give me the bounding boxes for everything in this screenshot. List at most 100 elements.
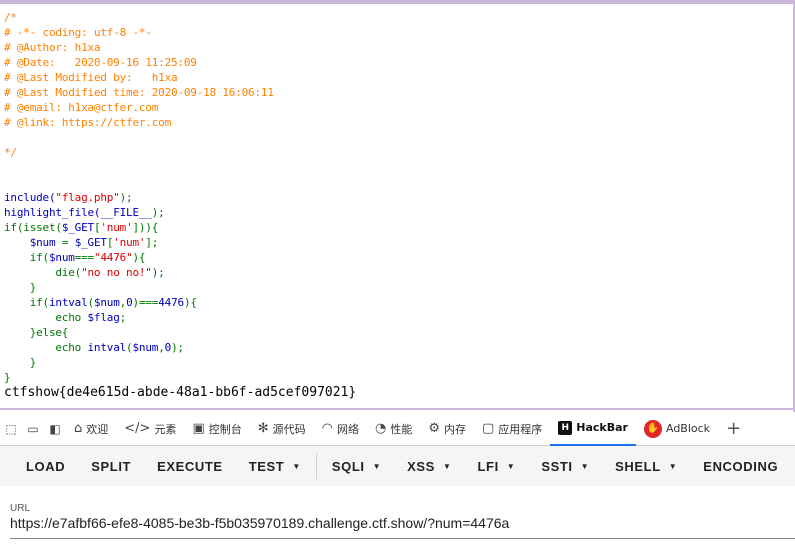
button-label: LFI (477, 458, 499, 474)
code-token: $_GET (61, 221, 94, 234)
sqli-button[interactable]: SQLI ▼ (319, 446, 394, 486)
code-token: 4476 (158, 296, 184, 309)
dock-side-icon[interactable]: ◧ (44, 412, 66, 446)
code-token: echo (4, 341, 88, 354)
code-token: $num (48, 251, 75, 264)
tab-label: AdBlock (665, 422, 711, 435)
toolbar-separator (315, 453, 317, 479)
code-line: if(intval($num,0)===4476){ (4, 295, 274, 310)
code-token: 'num' (100, 221, 133, 234)
bug-icon: ✻ (257, 421, 269, 436)
dropdown-caret-icon: ▼ (292, 461, 301, 471)
comment-line: # @Date: 2020-09-16 11:25:09 (4, 56, 197, 69)
source-code-view: /* # -*- coding: utf-8 -*- # @Author: h1xa… (0, 4, 793, 410)
device-toolbar-icon[interactable]: ▭ (22, 412, 44, 446)
button-label: XSS (407, 458, 435, 474)
code-line: } (4, 355, 274, 370)
tab-adblock[interactable]: ✋ AdBlock (636, 412, 718, 446)
tab-性能[interactable]: ◔ 性能 (367, 412, 420, 446)
tab-hackbar[interactable]: H HackBar (550, 412, 636, 446)
tab-内存[interactable]: ⚙ 内存 (420, 412, 474, 446)
adblock-icon: ✋ (643, 419, 662, 438)
url-section: URL https://e7afbf66-efe8-4085-be3b-f5b0… (0, 486, 795, 547)
tab-label: HackBar (576, 421, 628, 434)
hackbar-icon: H (558, 420, 573, 435)
lfi-button[interactable]: LFI ▼ (464, 446, 528, 486)
code-token: ])){ (132, 221, 159, 234)
code-token: } (4, 281, 37, 294)
code-token: "4476" (93, 251, 133, 264)
tab-欢迎[interactable]: ⌂ 欢迎 (66, 412, 116, 446)
button-label: SPLIT (91, 458, 132, 474)
split-button[interactable]: SPLIT (78, 446, 144, 486)
tab-label: 元素 (154, 422, 177, 436)
tab-label: 性能 (390, 422, 413, 436)
code-token: include( (4, 191, 56, 204)
tab-label: 应用程序 (498, 422, 543, 436)
button-label: SSTI (541, 458, 573, 474)
tab-label: 内存 (443, 422, 466, 436)
add-tab-icon[interactable]: + (718, 418, 749, 439)
code-line: if(isset($_GET['num'])){ (4, 220, 274, 235)
tab-应用程序[interactable]: ▢ 应用程序 (474, 412, 550, 446)
code-token: )=== (132, 296, 159, 309)
comment-line: # @Last Modified by: h1xa (4, 71, 178, 84)
xss-button[interactable]: XSS ▼ (394, 446, 464, 486)
code-token: "no no no!" (81, 266, 152, 279)
code-token: intval (48, 296, 88, 309)
devtools-tab-strip: ⬚ ▭ ◧ ⌂ 欢迎 </> 元素 ▣ 控制台 ✻ 源代码 ◠ 网络 ◔ 性能 ⚙ 内存 ▢ 应用程序 H Hac… (0, 412, 795, 446)
encoding-button[interactable]: ENCODING (690, 446, 791, 486)
code-token: intval (87, 341, 127, 354)
url-label: URL (10, 503, 31, 514)
code-token: if( (4, 251, 49, 264)
code-line: } (4, 280, 274, 295)
execute-button[interactable]: EXECUTE (144, 446, 236, 486)
comment-line: # -*- coding: utf-8 -*- (4, 26, 152, 39)
url-input[interactable]: https://e7afbf66-efe8-4085-be3b-f5b03597… (10, 515, 509, 531)
test-button[interactable]: TEST ▼ (236, 446, 314, 486)
code-line: } (4, 370, 274, 385)
dropdown-caret-icon: ▼ (580, 461, 590, 471)
code-line: echo $flag; (4, 310, 274, 325)
code-token: } (4, 371, 11, 384)
code-token: = (61, 236, 75, 249)
code-token: ){ (183, 296, 197, 309)
code-token: if( (4, 296, 49, 309)
code-token: $num (29, 236, 62, 249)
shell-button[interactable]: SHELL ▼ (602, 446, 690, 486)
code-token: die( (4, 266, 82, 279)
code-brackets-icon: </> (124, 421, 151, 436)
code-token: if(isset( (4, 221, 62, 234)
chip-icon: ⚙ (428, 421, 440, 436)
inspect-element-icon[interactable]: ⬚ (0, 412, 22, 446)
code-token: === (74, 251, 94, 264)
dropdown-caret-icon: ▼ (442, 461, 452, 471)
code-line: die("no no no!"); (4, 265, 274, 280)
dropdown-caret-icon: ▼ (372, 461, 382, 471)
code-token: echo (4, 311, 88, 324)
code-token: "flag.php" (55, 191, 120, 204)
code-line: }else{ (4, 325, 274, 340)
tab-网络[interactable]: ◠ 网络 (314, 412, 367, 446)
code-line: echo intval($num,0); (4, 340, 274, 355)
load-button[interactable]: LOAD (0, 446, 78, 486)
code-token: __FILE__ (100, 206, 152, 219)
tab-控制台[interactable]: ▣ 控制台 (184, 412, 249, 446)
tab-元素[interactable]: </> 元素 (116, 412, 184, 446)
comment-line: # @Author: h1xa (4, 41, 101, 54)
code-token: ); (151, 266, 165, 279)
code-token: } (4, 356, 37, 369)
code-token: ; (119, 311, 127, 324)
ssti-button[interactable]: SSTI ▼ (528, 446, 602, 486)
code-token: $flag (87, 311, 120, 324)
tab-源代码[interactable]: ✻ 源代码 (250, 412, 314, 446)
comment-line: # @Last Modified time: 2020-09-18 16:06:… (4, 86, 274, 99)
button-label: SHELL (615, 458, 661, 474)
code-token: 'num' (113, 236, 146, 249)
button-label: EXECUTE (157, 458, 223, 474)
tab-label: 欢迎 (86, 422, 109, 436)
comment-line: /* (4, 11, 17, 24)
code-token: ]; (145, 236, 159, 249)
comment-line: */ (4, 146, 17, 159)
comment-line: # @email: h1xa@ctfer.com (4, 101, 159, 114)
